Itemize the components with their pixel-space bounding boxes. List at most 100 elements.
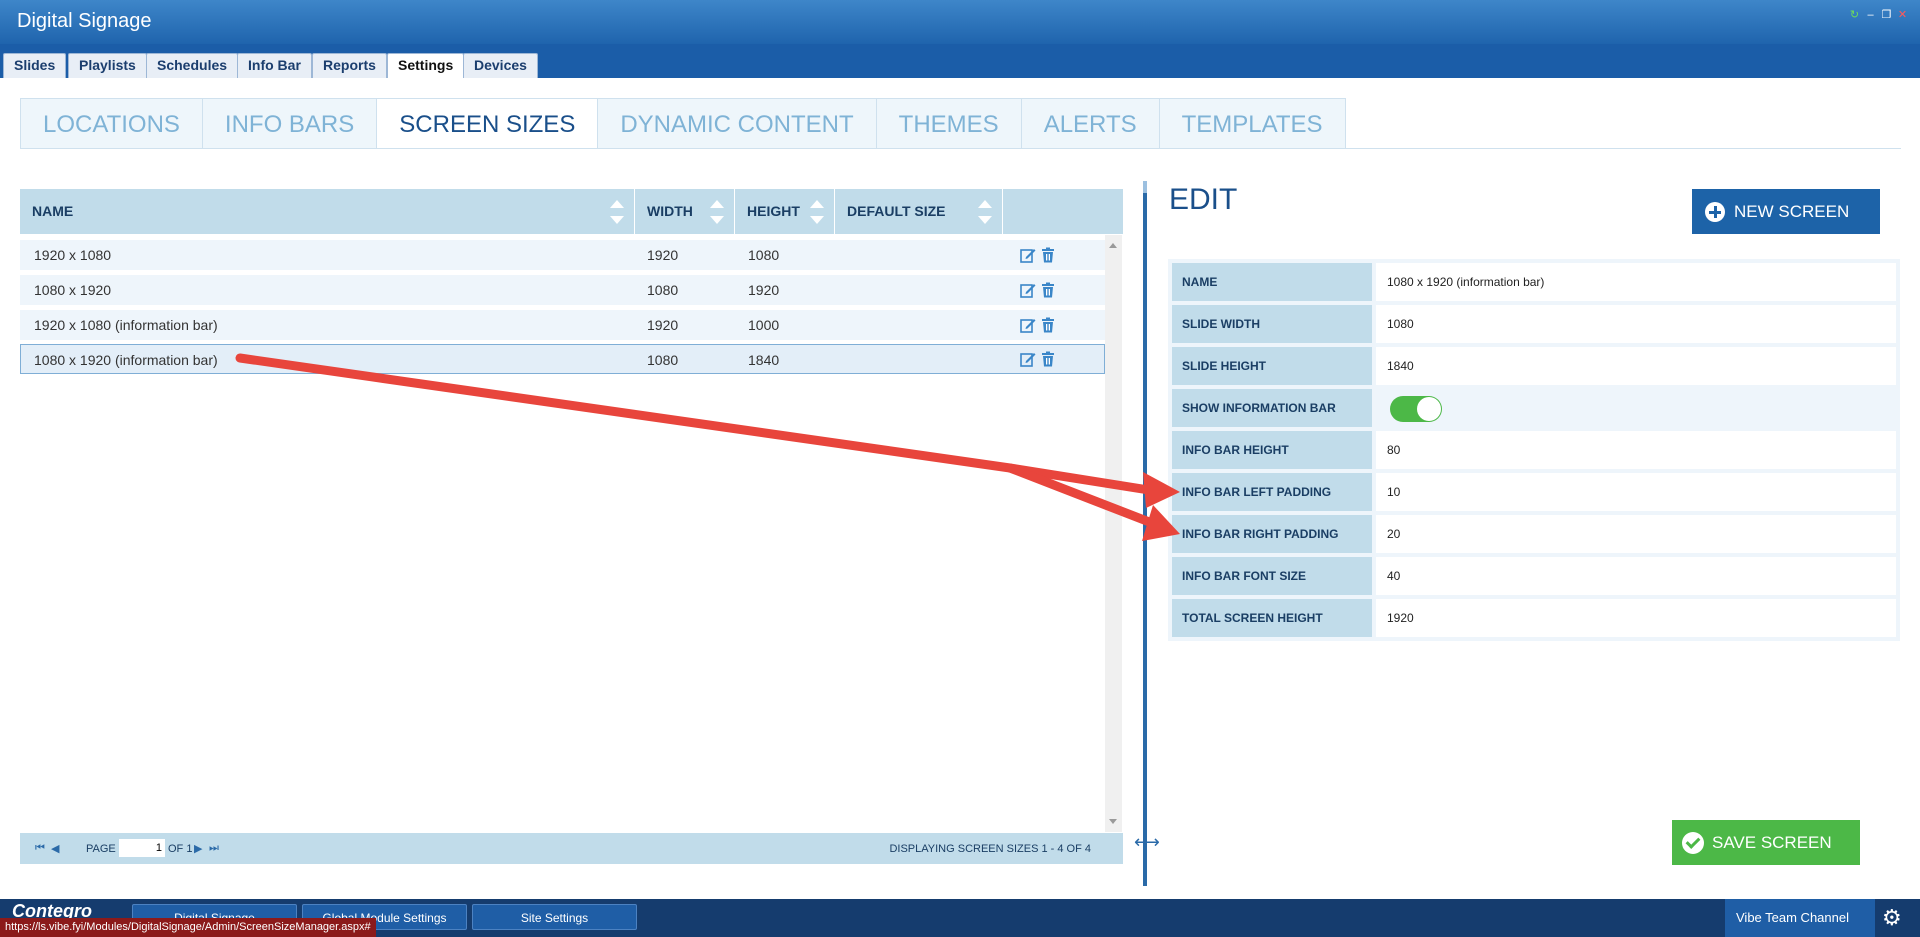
first-page-icon[interactable]: ⏮ — [35, 842, 45, 855]
cell-height: 1840 — [748, 352, 780, 368]
cell-name: 1920 x 1080 — [34, 247, 112, 263]
cell-name: 1080 x 1920 (information bar) — [34, 352, 218, 368]
tab-themes[interactable]: THEMES — [875, 98, 1021, 149]
trash-icon[interactable] — [1040, 282, 1056, 298]
trash-icon[interactable] — [1040, 317, 1056, 333]
field-label: SLIDE WIDTH — [1172, 305, 1372, 343]
tab-info-bar[interactable]: Info Bar — [237, 53, 312, 78]
table-row-selected[interactable]: 1080 x 1920 (information bar) 1080 1840 — [20, 344, 1105, 374]
page-label: PAGE — [86, 843, 116, 855]
module-nav: Slides Playlists Schedules Info Bar Repo… — [0, 44, 1920, 78]
column-header-default-size[interactable]: DEFAULT SIZE — [835, 189, 1003, 234]
slide-height-input[interactable]: 1840 — [1376, 347, 1896, 385]
resize-arrows-icon[interactable]: ⟷ — [1134, 832, 1160, 853]
splitter-cap — [1143, 181, 1147, 193]
cell-width: 1080 — [647, 352, 679, 368]
field-label: INFO BAR HEIGHT — [1172, 431, 1372, 469]
tabs-divider — [20, 148, 1901, 149]
status-url: https://ls.vibe.fyi/Modules/DigitalSigna… — [0, 918, 376, 937]
field-info-bar-right-padding: INFO BAR RIGHT PADDING 20 — [1172, 515, 1896, 553]
title-bar: Digital Signage ↻ – ❐ ✕ — [0, 0, 1920, 44]
table-row[interactable]: 1080 x 1920 1080 1920 — [20, 275, 1105, 305]
column-header-height[interactable]: HEIGHT — [735, 189, 835, 234]
edit-title: EDIT — [1169, 183, 1238, 216]
grid-scrollbar[interactable] — [1105, 235, 1122, 832]
sort-icon[interactable] — [710, 200, 724, 224]
taskbar-site-settings[interactable]: Site Settings — [472, 904, 637, 930]
name-input[interactable]: 1080 x 1920 (information bar) — [1376, 263, 1896, 301]
tab-templates[interactable]: TEMPLATES — [1158, 98, 1346, 149]
tab-playlists[interactable]: Playlists — [68, 53, 147, 78]
cell-width: 1920 — [647, 247, 679, 263]
new-screen-size-button[interactable]: NEW SCREEN SIZE — [1692, 189, 1880, 266]
field-label: INFO BAR LEFT PADDING — [1172, 473, 1372, 511]
edit-icon[interactable] — [1020, 282, 1036, 298]
field-label: NAME — [1172, 263, 1372, 301]
scroll-up-icon[interactable] — [1109, 243, 1117, 248]
table-row[interactable]: 1920 x 1080 (information bar) 1920 1000 — [20, 310, 1105, 340]
info-bar-right-padding-input[interactable]: 20 — [1376, 515, 1896, 553]
check-circle-icon — [1682, 832, 1704, 854]
column-header-width[interactable]: WIDTH — [635, 189, 735, 234]
info-bar-left-padding-input[interactable]: 10 — [1376, 473, 1896, 511]
tab-settings[interactable]: Settings — [387, 53, 465, 78]
edit-form: NAME 1080 x 1920 (information bar) SLIDE… — [1168, 259, 1900, 641]
cell-height: 1000 — [748, 317, 780, 333]
tab-info-bars[interactable]: INFO BARS — [201, 98, 377, 149]
cell-width: 1920 — [647, 317, 679, 333]
display-count: DISPLAYING SCREEN SIZES 1 - 4 OF 4 — [889, 843, 1091, 855]
minimize-icon[interactable]: – — [1865, 10, 1876, 21]
pane-splitter[interactable] — [1143, 181, 1147, 886]
plus-circle-icon — [1705, 202, 1725, 222]
field-slide-width: SLIDE WIDTH 1080 — [1172, 305, 1896, 343]
field-slide-height: SLIDE HEIGHT 1840 — [1172, 347, 1896, 385]
save-screen-size-button[interactable]: SAVE SCREEN SIZE — [1672, 820, 1860, 897]
cell-name: 1920 x 1080 (information bar) — [34, 317, 218, 333]
column-header-name[interactable]: NAME — [20, 189, 635, 234]
next-page-icon[interactable]: ▶ — [194, 842, 202, 855]
field-info-bar-left-padding: INFO BAR LEFT PADDING 10 — [1172, 473, 1896, 511]
cell-height: 1080 — [748, 247, 780, 263]
table-row[interactable]: 1920 x 1080 1920 1080 — [20, 240, 1105, 270]
window-controls: ↻ – ❐ ✕ — [1849, 10, 1908, 21]
page-count: OF 1 — [168, 843, 193, 855]
sort-icon[interactable] — [978, 200, 992, 224]
scroll-down-icon[interactable] — [1109, 819, 1117, 824]
field-label: SHOW INFORMATION BAR — [1172, 389, 1372, 427]
edit-icon[interactable] — [1020, 247, 1036, 263]
tab-locations[interactable]: LOCATIONS — [20, 98, 202, 149]
restore-icon[interactable]: ❐ — [1881, 10, 1892, 21]
field-label: TOTAL SCREEN HEIGHT — [1172, 599, 1372, 637]
edit-icon[interactable] — [1020, 317, 1036, 333]
tab-devices[interactable]: Devices — [463, 53, 538, 78]
tab-alerts[interactable]: ALERTS — [1020, 98, 1159, 149]
field-label: SLIDE HEIGHT — [1172, 347, 1372, 385]
tab-schedules[interactable]: Schedules — [146, 53, 239, 78]
tab-reports[interactable]: Reports — [312, 53, 387, 78]
trash-icon[interactable] — [1040, 351, 1056, 367]
slide-width-input[interactable]: 1080 — [1376, 305, 1896, 343]
sort-icon[interactable] — [610, 200, 624, 224]
grid-header: NAME WIDTH HEIGHT DEFAULT SIZE — [20, 189, 1123, 234]
page-number-input[interactable] — [118, 838, 166, 858]
field-label: INFO BAR FONT SIZE — [1172, 557, 1372, 595]
prev-page-icon[interactable]: ◀ — [51, 842, 59, 855]
last-page-icon[interactable]: ⏭ — [209, 842, 219, 855]
edit-icon[interactable] — [1020, 351, 1036, 367]
refresh-icon[interactable]: ↻ — [1849, 10, 1860, 21]
cell-width: 1080 — [647, 282, 679, 298]
field-label: INFO BAR RIGHT PADDING — [1172, 515, 1372, 553]
sort-icon[interactable] — [810, 200, 824, 224]
info-bar-height-input[interactable]: 80 — [1376, 431, 1896, 469]
tab-slides[interactable]: Slides — [3, 53, 67, 78]
tab-screen-sizes[interactable]: SCREEN SIZES — [376, 98, 598, 149]
info-bar-font-size-input[interactable]: 40 — [1376, 557, 1896, 595]
trash-icon[interactable] — [1040, 247, 1056, 263]
channel-selector[interactable]: Vibe Team Channel — [1725, 899, 1875, 937]
field-info-bar-font-size: INFO BAR FONT SIZE 40 — [1172, 557, 1896, 595]
close-icon[interactable]: ✕ — [1897, 10, 1908, 21]
tab-dynamic-content[interactable]: DYNAMIC CONTENT — [597, 98, 876, 149]
gear-icon[interactable]: ⚙ — [1882, 907, 1902, 929]
show-information-bar-toggle[interactable] — [1390, 396, 1442, 422]
field-total-screen-height: TOTAL SCREEN HEIGHT 1920 — [1172, 599, 1896, 637]
